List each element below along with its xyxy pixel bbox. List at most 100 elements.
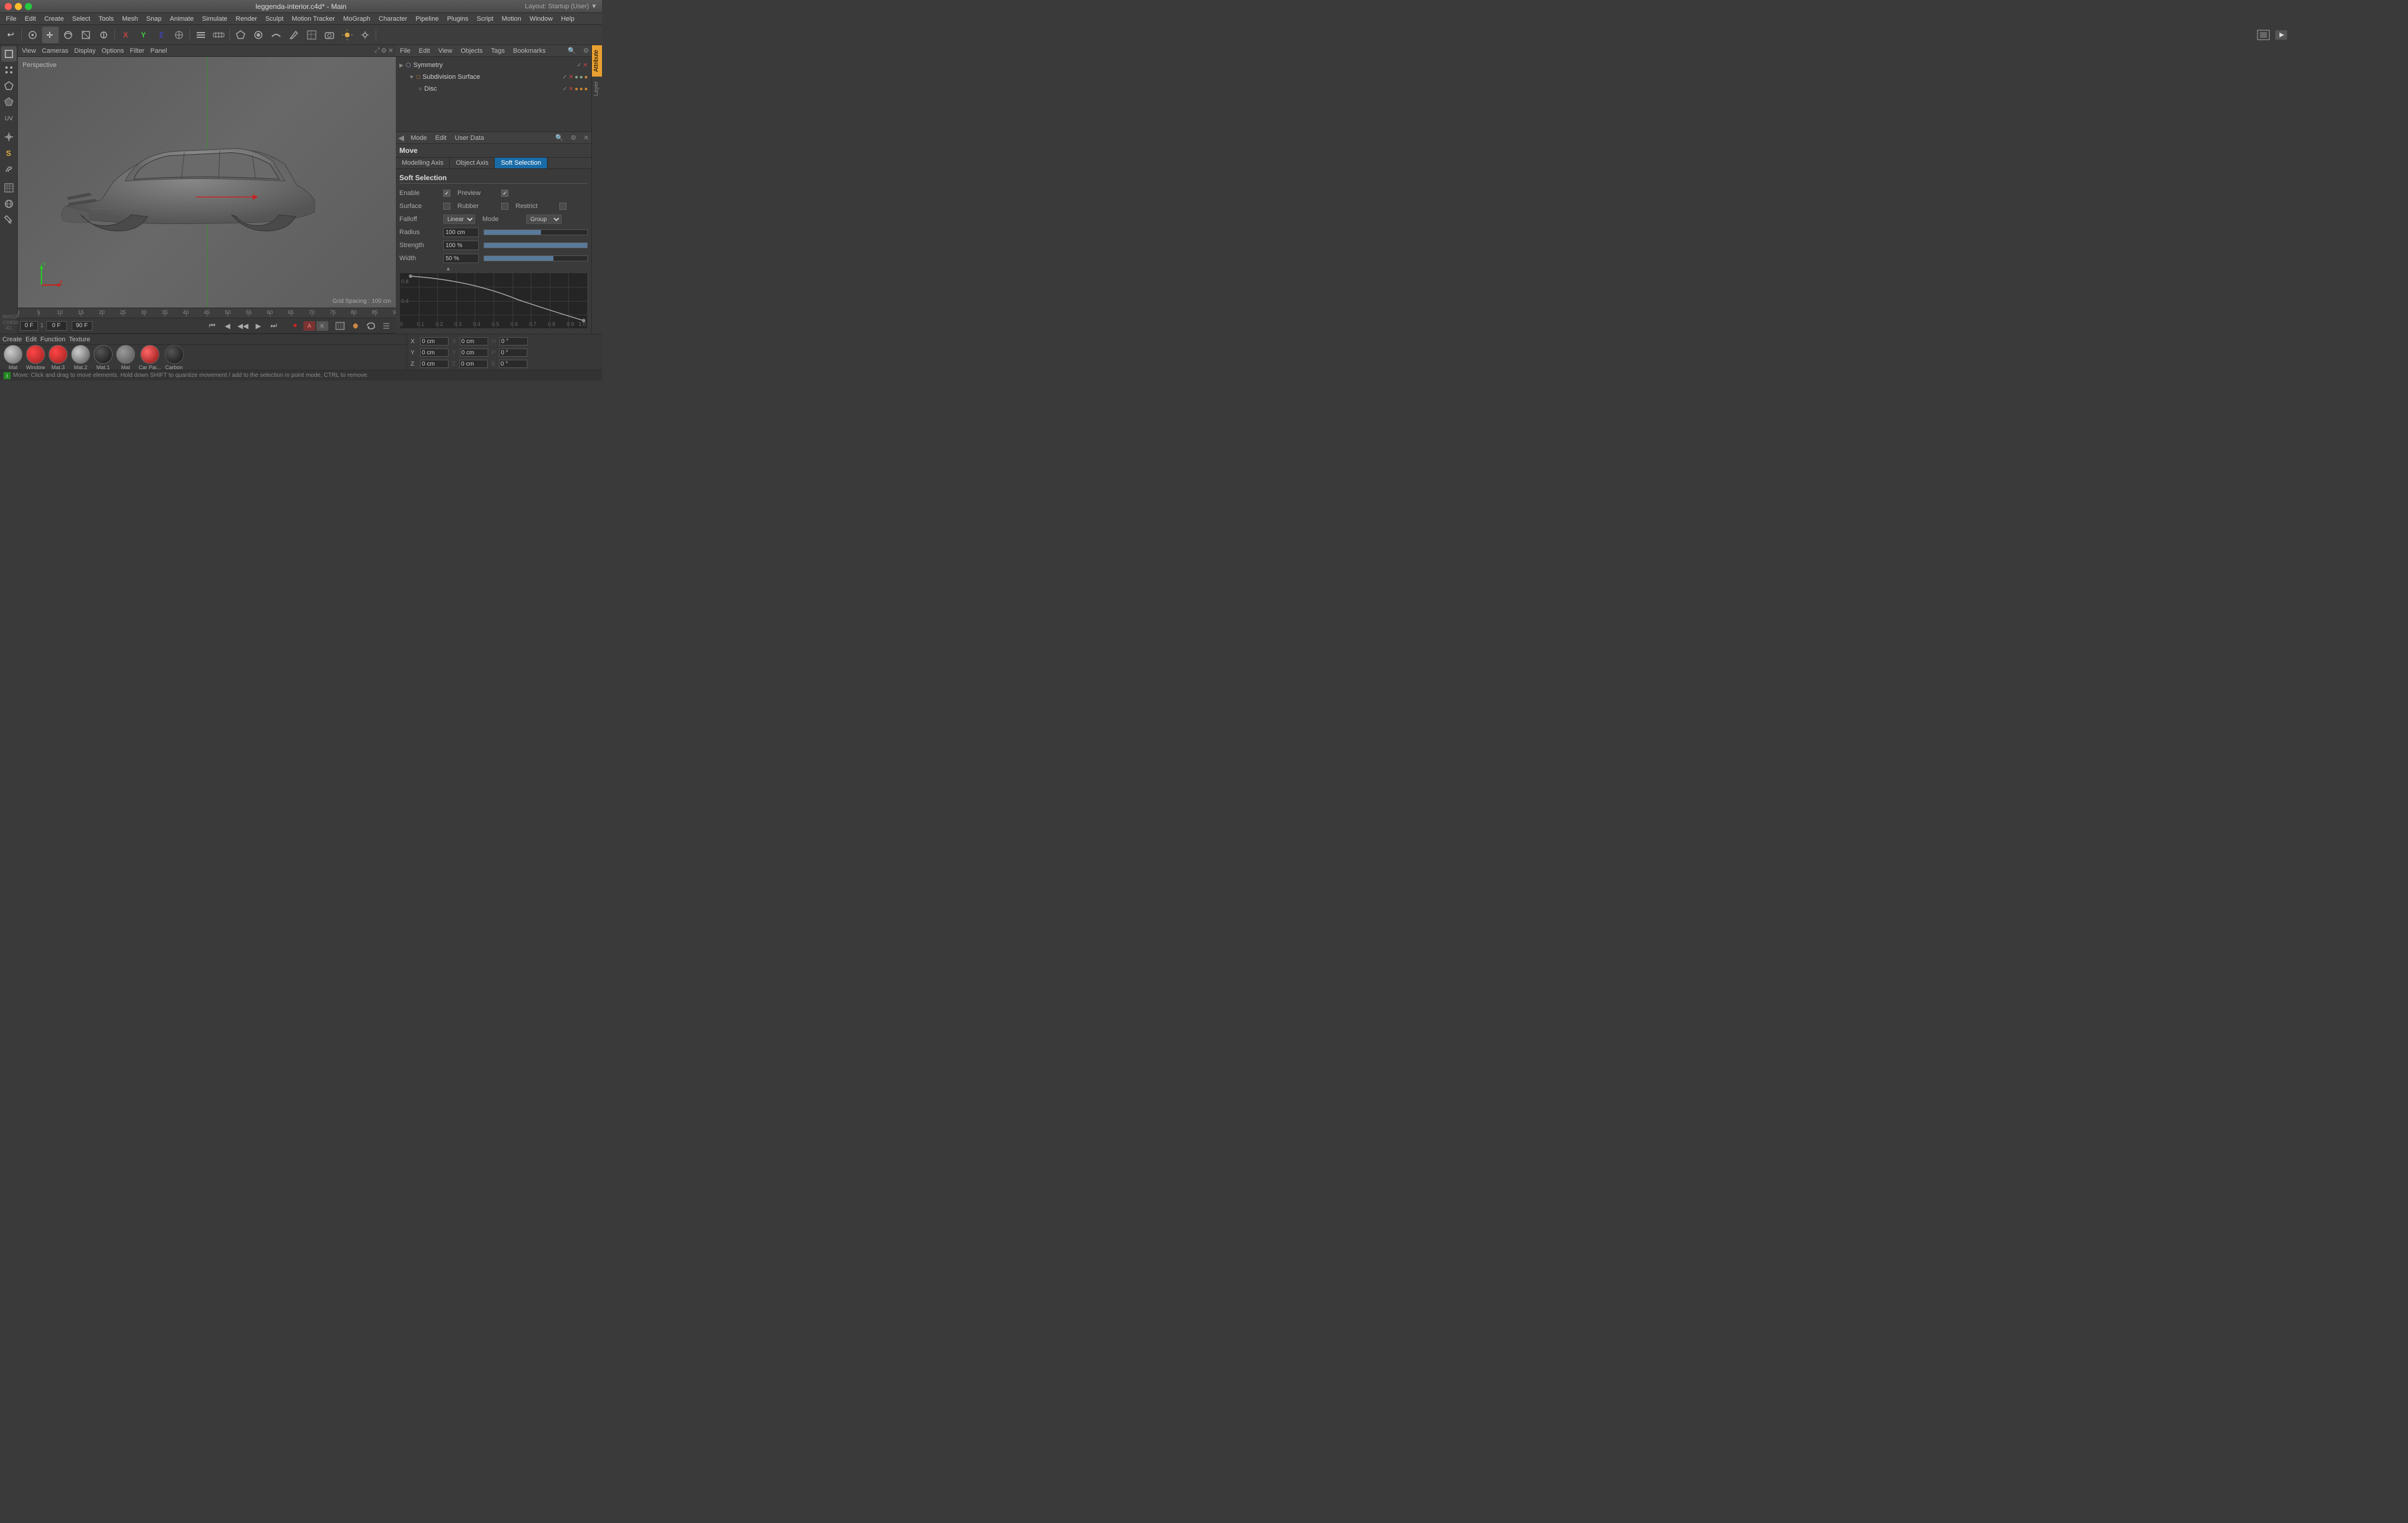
material-item-mat2[interactable]: Mat.2 [71,345,90,370]
menu-character[interactable]: Character [375,14,411,24]
material-item-mat1[interactable]: Mat.1 [94,345,113,370]
material-item-carpaint[interactable]: Car Pai... [139,345,161,370]
props-close-icon[interactable]: ✕ [584,134,589,142]
play-reverse-btn[interactable]: ◀◀ [236,320,250,332]
light-btn[interactable] [339,27,356,43]
menu-motion[interactable]: Motion [498,14,525,24]
props-back-btn[interactable]: ◀ [398,133,404,143]
props-tab-userdata[interactable]: User Data [453,135,486,142]
x-axis-button[interactable]: X [117,27,134,43]
current-frame-input[interactable] [20,321,38,331]
menu-mograph[interactable]: MoGraph [340,14,374,24]
3d-viewport[interactable]: Perspective [18,57,396,308]
key-all-btn[interactable]: K [316,321,328,331]
viewport-menu-panel[interactable]: Panel [149,47,169,55]
material-menu-texture[interactable]: Texture [69,336,90,343]
transform-button[interactable] [95,27,112,43]
x-size-input[interactable] [460,337,488,345]
restrict-checkbox[interactable] [559,203,566,210]
rotate-button[interactable] [60,27,76,43]
rubber-checkbox[interactable] [501,203,508,210]
menu-select[interactable]: Select [69,14,94,24]
props-config-icon[interactable]: ⚙ [571,134,577,142]
material-item-mat-2[interactable]: Mat [116,345,135,370]
props-search-icon[interactable]: 🔍 [555,134,563,142]
surface-checkbox[interactable] [443,203,450,210]
material-menu-edit[interactable]: Edit [25,336,37,343]
radius-input[interactable] [443,228,479,237]
menu-create[interactable]: Create [41,14,68,24]
preview-start-input[interactable] [46,321,67,331]
width-input[interactable] [443,254,479,263]
attribute-tab[interactable]: Attribute [592,45,602,76]
viewport-expand-icon[interactable]: ⤢ [374,47,380,55]
mode-edges-btn[interactable] [1,78,17,94]
mode-model-button[interactable] [24,27,41,43]
sculpt-s-btn[interactable]: S [1,145,17,161]
record-btn[interactable]: ⏺ [288,320,302,332]
viewport-close-icon[interactable]: ✕ [388,47,393,55]
camera-btn[interactable] [321,27,338,43]
symmetry-visible-icon[interactable]: ✓ [577,62,581,69]
world-coord-button[interactable] [171,27,187,43]
timeline-loop-btn[interactable] [364,320,378,332]
subdivision-x-icon[interactable]: ✕ [568,74,573,81]
b-input[interactable] [499,360,527,368]
timeline-list-btn[interactable] [379,320,393,332]
viewport-menu-cameras[interactable]: Cameras [40,47,71,55]
preview-checkbox[interactable]: ✓ [501,190,508,197]
width-slider[interactable] [483,255,588,261]
menu-render[interactable]: Render [232,14,261,24]
timeline-btn[interactable] [193,27,209,43]
material-menu-function[interactable]: Function [40,336,65,343]
tab-soft-selection[interactable]: Soft Selection [495,158,547,168]
objects-tab-view[interactable]: View [437,47,454,55]
material-item-carbon[interactable]: Carbon [165,345,184,370]
props-tab-edit[interactable]: Edit [434,135,449,142]
paint-btn[interactable] [250,27,267,43]
y-axis-button[interactable]: Y [135,27,152,43]
play-btn[interactable]: ▶ [251,320,265,332]
viewport-config-icon[interactable]: ⚙ [381,47,387,55]
mode-objects-btn[interactable] [1,46,17,62]
keyframe-btn[interactable] [210,27,227,43]
mode-uvw-btn[interactable]: UV [1,110,17,126]
objects-tab-edit[interactable]: Edit [417,47,432,55]
z-axis-button[interactable]: Z [153,27,169,43]
object-row-symmetry[interactable]: ▶ ⬡ Symmetry ✓ ✕ [398,59,589,71]
undo-button[interactable]: ↩ [2,27,19,43]
falloff-select[interactable]: Linear Cubic [443,215,475,224]
p-input[interactable] [499,348,527,357]
mode-polygons-btn[interactable] [1,94,17,110]
sculpt-paint-btn[interactable] [1,161,17,177]
z-size-input[interactable] [459,360,488,368]
objects-tab-file[interactable]: File [398,47,412,55]
viewport-menu-view[interactable]: View [20,47,38,55]
mode-select[interactable]: Group Volume [526,215,562,224]
objects-tab-bookmarks[interactable]: Bookmarks [511,47,547,55]
y-size-input[interactable] [460,348,488,357]
preview-end-input[interactable] [72,321,92,331]
enable-checkbox[interactable]: ✓ [443,190,450,197]
auto-key-btn[interactable]: A [303,321,315,331]
viewport-menu-filter[interactable]: Filter [128,47,146,55]
h-input[interactable] [499,337,528,345]
tab-object-axis[interactable]: Object Axis [450,158,495,168]
menu-mesh[interactable]: Mesh [119,14,142,24]
menu-plugins[interactable]: Plugins [443,14,472,24]
tab-modelling-axis[interactable]: Modelling Axis [396,158,450,168]
menu-sculpt[interactable]: Sculpt [262,14,287,24]
scale-button[interactable] [78,27,94,43]
snap-btn[interactable] [1,129,17,145]
layer-tab[interactable]: Layer [592,76,602,101]
menu-file[interactable]: File [2,14,20,24]
sphere-btn[interactable] [1,196,17,212]
close-button[interactable] [5,3,12,10]
grid-btn[interactable] [303,27,320,43]
move-button[interactable]: ✛ [42,27,59,43]
strength-input[interactable] [443,241,479,250]
texture-btn[interactable] [1,180,17,196]
mode-points-btn[interactable] [1,62,17,78]
radius-slider[interactable] [483,229,588,235]
menu-snap[interactable]: Snap [143,14,165,24]
